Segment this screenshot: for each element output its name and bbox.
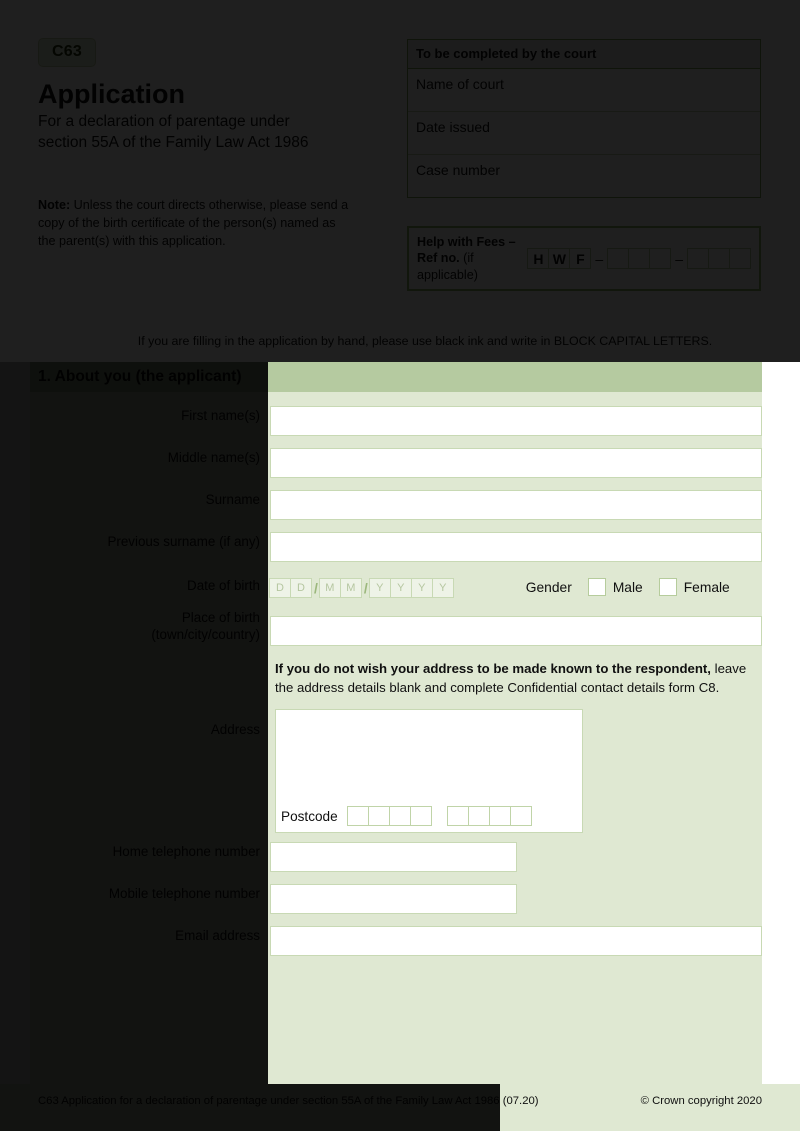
dob-cell-y2[interactable]: Y — [389, 578, 412, 598]
label-date-of-birth: Date of birth — [187, 578, 260, 593]
input-home-phone[interactable] — [270, 842, 517, 872]
input-date-of-birth[interactable]: D D / M M / Y Y Y Y — [269, 578, 454, 598]
label-address: Address — [210, 722, 260, 737]
hwf-cell[interactable] — [708, 248, 730, 270]
dob-cell-y4[interactable]: Y — [431, 578, 454, 598]
input-first-names[interactable] — [270, 406, 762, 436]
dob-cell-y1[interactable]: Y — [368, 578, 391, 598]
label-gender-female: Female — [683, 579, 730, 595]
label-home-phone: Home telephone number — [112, 844, 260, 859]
footer-copyright: © Crown copyright 2020 — [640, 1095, 762, 1107]
input-surname[interactable] — [270, 490, 762, 520]
checkbox-gender-male[interactable] — [587, 578, 606, 596]
dob-cell-m1[interactable]: M — [318, 578, 341, 598]
hwf-prefix-w: W — [548, 248, 571, 270]
hwf-label-line2-bold: Ref no. — [417, 251, 460, 266]
field-row-date-of-birth: Date of birth D D / M M / Y Y Y Y Gender… — [30, 578, 762, 598]
help-with-fees-label: Help with Fees – Ref no. (if applicable) — [417, 234, 527, 283]
label-gender: Gender — [525, 579, 572, 595]
court-field-date-issued[interactable]: Date issued — [408, 112, 760, 155]
hwf-dash-1: – — [595, 250, 604, 267]
postcode-row: Postcode — [281, 806, 532, 826]
dob-cell-m2[interactable]: M — [339, 578, 362, 598]
address-privacy-note-bold: If you do not wish your address to be ma… — [275, 661, 711, 676]
hwf-cell[interactable] — [649, 248, 672, 270]
hwf-group-1[interactable] — [607, 248, 672, 270]
checkbox-gender-female[interactable] — [658, 578, 677, 596]
gender-group: Gender Male Female — [526, 578, 730, 596]
court-field-case-number[interactable]: Case number — [408, 155, 760, 197]
court-use-box: To be completed by the court Name of cou… — [407, 39, 761, 198]
label-place-of-birth: Place of birth (town/city/country) — [30, 610, 260, 644]
page-subtitle-line1: For a declaration of parentage under — [38, 113, 290, 131]
footer-left-text: C63 Application for a declaration of par… — [38, 1095, 539, 1107]
dob-cell-d1[interactable]: D — [269, 578, 291, 598]
postcode-cell[interactable] — [409, 806, 432, 826]
postcode-cell[interactable] — [367, 806, 390, 826]
court-field-name-of-court[interactable]: Name of court — [408, 69, 760, 112]
input-place-of-birth[interactable] — [270, 616, 762, 646]
label-first-names: First name(s) — [181, 408, 260, 423]
hwf-cell[interactable] — [687, 248, 709, 270]
label-surname: Surname — [205, 492, 260, 507]
label-place-of-birth-line1: Place of birth — [181, 610, 260, 625]
hwf-label-line1: Help with Fees – — [417, 235, 516, 249]
section-header-about-you: 1. About you (the applicant) — [30, 362, 762, 392]
form-section-body: First name(s) Middle name(s) Surname Pre… — [30, 392, 762, 1084]
address-privacy-note: If you do not wish your address to be ma… — [275, 660, 765, 697]
hwf-prefix-h: H — [527, 248, 550, 270]
header-note-bold: Note: — [38, 198, 71, 213]
postcode-cell[interactable] — [467, 806, 490, 826]
input-email[interactable] — [270, 926, 762, 956]
help-with-fees-box: Help with Fees – Ref no. (if applicable)… — [407, 226, 761, 292]
label-gender-male: Male — [612, 579, 643, 595]
hwf-prefix-group: H W F — [527, 248, 592, 270]
page-footer: C63 Application for a declaration of par… — [0, 1084, 800, 1131]
hwf-prefix-f: F — [569, 248, 592, 270]
input-address[interactable]: Postcode — [275, 709, 583, 833]
fill-instruction: If you are filling in the application by… — [137, 334, 713, 348]
label-previous-surname: Previous surname (if any) — [107, 534, 260, 549]
page-title: Application — [38, 79, 185, 109]
label-postcode: Postcode — [281, 808, 338, 824]
label-place-of-birth-line2: (town/city/country) — [151, 626, 260, 642]
form-code-badge: C63 — [38, 38, 96, 67]
form-page: C63 Application For a declaration of par… — [0, 0, 800, 1131]
header-note-text: Unless the court directs otherwise, plea… — [38, 198, 349, 249]
postcode-cell[interactable] — [488, 806, 511, 826]
hwf-ref-number-input[interactable]: H W F – – — [527, 248, 751, 270]
page-subtitle-line2: section 55A of the Family Law Act 1986 — [38, 133, 309, 151]
hwf-cell[interactable] — [628, 248, 651, 270]
label-middle-names: Middle name(s) — [167, 450, 260, 465]
dob-cell-d2[interactable]: D — [290, 578, 312, 598]
input-previous-surname[interactable] — [270, 532, 762, 562]
postcode-cell[interactable] — [388, 806, 411, 826]
hwf-group-2[interactable] — [687, 248, 751, 270]
court-box-heading: To be completed by the court — [408, 40, 760, 69]
page-subtitle: For a declaration of parentage under sec… — [38, 112, 388, 153]
input-middle-names[interactable] — [270, 448, 762, 478]
input-mobile-phone[interactable] — [270, 884, 517, 914]
header-left: C63 Application For a declaration of par… — [38, 38, 388, 251]
dob-cell-y3[interactable]: Y — [410, 578, 433, 598]
hwf-cell[interactable] — [607, 248, 630, 270]
postcode-cell[interactable] — [346, 806, 369, 826]
header-note: Note: Unless the court directs otherwise… — [38, 197, 353, 251]
postcode-cell[interactable] — [509, 806, 532, 826]
postcode-cell[interactable] — [446, 806, 469, 826]
label-mobile-phone: Mobile telephone number — [108, 886, 260, 901]
label-email: Email address — [175, 928, 260, 943]
hwf-dash-2: – — [675, 250, 683, 267]
hwf-cell[interactable] — [729, 248, 751, 270]
